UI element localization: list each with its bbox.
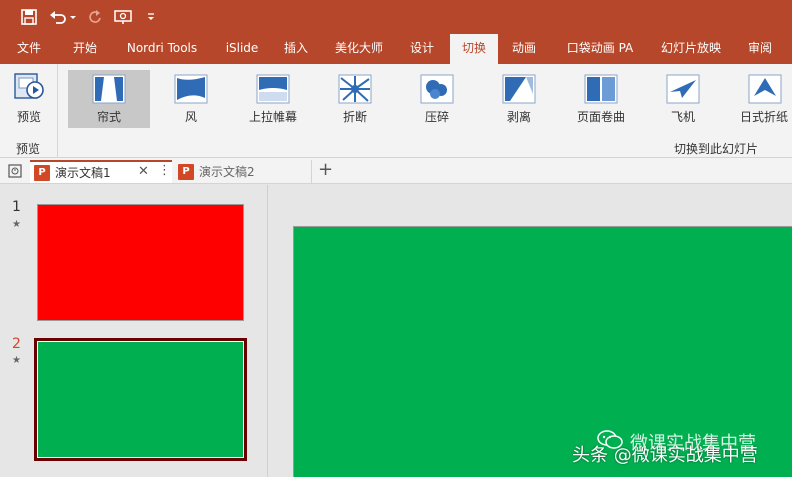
more-options-icon[interactable]: ⋮ [158, 163, 171, 178]
save-icon[interactable] [18, 6, 40, 28]
tab-file[interactable]: 文件 [6, 34, 52, 64]
powerpoint-file-icon: P [178, 163, 194, 180]
airplane-icon [666, 74, 700, 104]
doc-tab-presentation-1[interactable]: P 演示文稿1 ✕ ⋮ [30, 160, 172, 183]
preview-group-label: 预览 [16, 142, 41, 156]
transition-label: 飞机 [670, 110, 695, 124]
slide-thumbnail-2-content [38, 342, 243, 457]
tab-slide-show[interactable]: 幻灯片放映 [652, 34, 730, 64]
transition-label: 剥离 [506, 110, 531, 124]
tab-pocket-animation[interactable]: 口袋动画 PA [556, 34, 644, 64]
document-history-icon[interactable] [7, 163, 23, 182]
transition-crush[interactable]: 压碎 [396, 70, 478, 128]
tab-animations[interactable]: 动画 [502, 34, 546, 64]
transition-peel-off[interactable]: 剥离 [478, 70, 560, 128]
tab-nordri-tools[interactable]: Nordri Tools [116, 34, 208, 64]
transition-page-curl[interactable]: 页面卷曲 [560, 70, 642, 128]
close-icon[interactable]: ✕ [138, 164, 149, 179]
doc-tab-label: 演示文稿1 [55, 166, 111, 180]
transition-wind[interactable]: 风 [150, 70, 232, 128]
transition-airplane[interactable]: 飞机 [642, 70, 724, 128]
preview-button[interactable]: 预览 [6, 68, 52, 126]
tab-beautify-master[interactable]: 美化大师 [326, 34, 392, 64]
transition-prestige[interactable]: 上拉帷幕 [232, 70, 314, 128]
tab-review[interactable]: 审阅 [738, 34, 782, 64]
new-tab-icon[interactable]: + [318, 159, 333, 180]
wind-icon [174, 74, 208, 104]
transitions-group-label: 切换到此幻灯片 [674, 142, 759, 156]
slide-thumbnails-pane: 1 ★ 2 ★ [0, 185, 268, 477]
curtains-icon [92, 74, 126, 104]
customize-qat-icon[interactable] [142, 6, 160, 28]
origami-icon [748, 74, 782, 104]
preview-group: 预览 预览 [0, 64, 58, 158]
fracture-icon [338, 74, 372, 104]
transition-curtains[interactable]: 帘式 [68, 70, 150, 128]
transition-label: 风 [184, 110, 197, 124]
redo-icon[interactable] [84, 6, 106, 28]
page-curl-icon [584, 74, 618, 104]
title-bar [0, 0, 792, 34]
transition-star-icon: ★ [12, 219, 21, 230]
powerpoint-file-icon: P [34, 164, 50, 181]
tab-transitions[interactable]: 切换 [450, 34, 498, 64]
preview-icon [14, 72, 44, 107]
prestige-icon [256, 74, 290, 104]
ribbon-tabs: 文件 开始 Nordri Tools iSlide 插入 美化大师 设计 切换 … [0, 34, 792, 64]
slide-thumbnail-1[interactable] [37, 204, 244, 321]
transition-origami[interactable]: 日式折纸 [724, 70, 792, 128]
transition-label: 帘式 [96, 110, 121, 124]
slide-number: 1 [12, 199, 21, 215]
tab-islide[interactable]: iSlide [216, 34, 268, 64]
transition-fracture[interactable]: 折断 [314, 70, 396, 128]
tab-home[interactable]: 开始 [60, 34, 110, 64]
transition-label: 上拉帷幕 [248, 110, 297, 124]
transition-label: 日式折纸 [740, 110, 789, 124]
document-tab-bar: P 演示文稿1 ✕ ⋮ P 演示文稿2 + [0, 158, 792, 184]
transition-label: 页面卷曲 [576, 110, 625, 124]
transition-label: 折断 [342, 110, 367, 124]
watermark-attribution: 头条 @微课实战集中营 [572, 445, 758, 466]
present-from-start-icon[interactable] [112, 6, 134, 28]
ribbon: 预览 预览 帘式 风 上拉帷幕 折断 压碎 剥离 页面卷曲 飞机 日式折纸 切换… [0, 64, 792, 158]
tab-design[interactable]: 设计 [400, 34, 444, 64]
transition-label: 压碎 [424, 110, 449, 124]
undo-icon[interactable] [48, 6, 78, 28]
crush-icon [420, 74, 454, 104]
doc-tab-label: 演示文稿2 [199, 165, 255, 179]
preview-label: 预览 [16, 110, 41, 124]
doc-tab-presentation-2[interactable]: P 演示文稿2 [174, 160, 312, 183]
peel-off-icon [502, 74, 536, 104]
tab-insert[interactable]: 插入 [274, 34, 318, 64]
slide-number: 2 [12, 336, 21, 352]
transition-star-icon: ★ [12, 355, 21, 366]
slide-thumbnail-2[interactable] [34, 338, 247, 461]
